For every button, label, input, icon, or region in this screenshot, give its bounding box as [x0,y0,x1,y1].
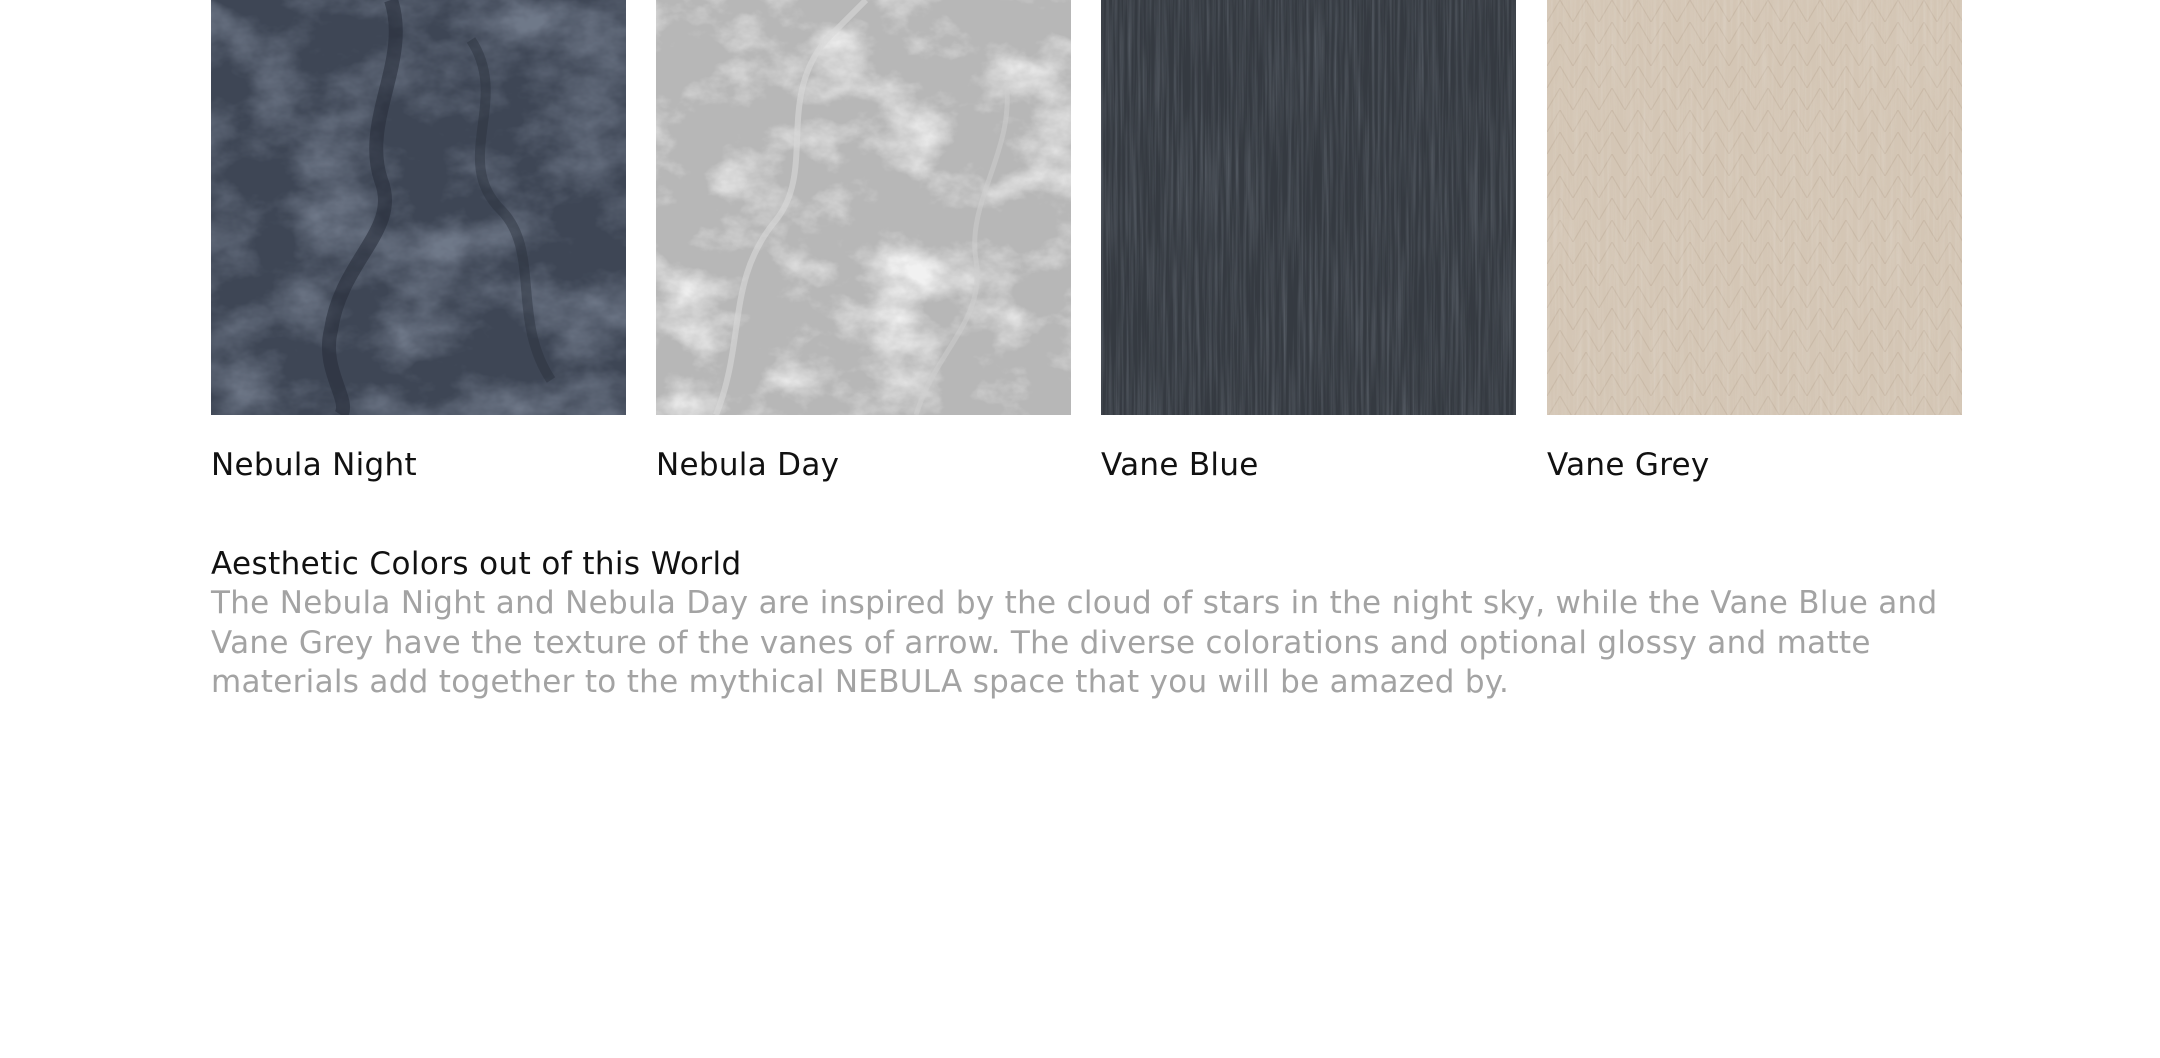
vane-grey-texture [1547,0,1962,415]
swatch-card-nebula-day[interactable]: Nebula Day [656,0,1071,483]
swatch-name: Nebula Day [656,447,840,483]
swatch-card-vane-grey[interactable]: Vane Grey [1547,0,1962,483]
swatch-card-nebula-night[interactable]: Nebula Night [211,0,626,483]
swatch-name: Vane Blue [1101,447,1259,483]
description-section: Aesthetic Colors out of this World The N… [211,544,1966,703]
swatch-name: Nebula Night [211,447,417,483]
section-heading: Aesthetic Colors out of this World [211,546,742,582]
color-swatch-grid: Nebula Night Nebula Day Vane Blue Vane G… [211,0,1964,500]
swatch-name: Vane Grey [1547,447,1710,483]
vane-blue-texture [1101,0,1516,415]
section-paragraph: The Nebula Night and Nebula Day are insp… [211,585,1938,700]
nebula-day-texture [656,0,1071,415]
nebula-night-texture [211,0,626,415]
swatch-card-vane-blue[interactable]: Vane Blue [1101,0,1516,483]
